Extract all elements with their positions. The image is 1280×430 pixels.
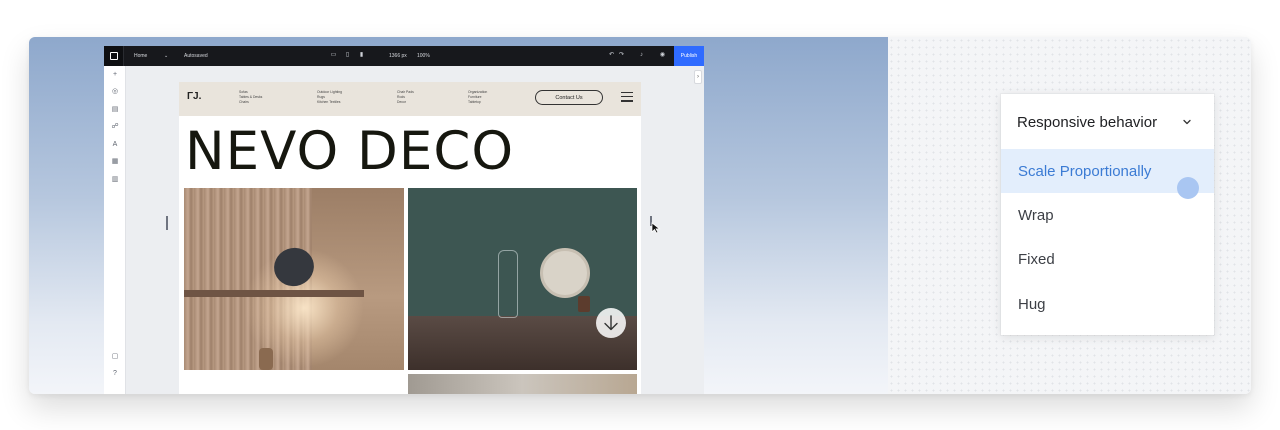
nav-column-4: Organization Furniture Tabletop	[468, 90, 487, 105]
hamburger-menu-icon[interactable]	[621, 92, 633, 102]
media-icon[interactable]: ▦	[110, 157, 120, 167]
tablet-icon[interactable]: ▯	[344, 52, 351, 59]
add-icon[interactable]: +	[110, 70, 120, 80]
site-logo[interactable]: ΓJ.	[187, 91, 201, 102]
left-resize-handle[interactable]	[166, 216, 168, 230]
layers-icon[interactable]: ◎	[110, 87, 120, 97]
nav-column-1: Sofas Tables & Desks Chairs	[239, 90, 262, 105]
editor-logo-icon[interactable]	[104, 46, 124, 66]
editor-window: Home ⌄ Autosaved ▭ ▯ ▮ 1366 px 100% ↶ ↷ …	[104, 46, 704, 394]
site-header: ΓJ. Sofas Tables & Desks Chairs Outdoor …	[179, 82, 641, 116]
vase-plate-photo	[408, 188, 637, 370]
undo-icon[interactable]: ↶	[608, 52, 615, 59]
nav-link[interactable]: Chairs	[239, 100, 262, 105]
shelf-lamp-photo	[184, 188, 404, 370]
pages-icon[interactable]: ▤	[110, 105, 120, 115]
option-label: Fixed	[1018, 251, 1055, 268]
chevron-down-icon[interactable]	[1181, 116, 1193, 128]
nav-column-2: Outdoor Lighting Rugs Kitchen Textiles	[317, 90, 342, 105]
responsive-behavior-dropdown: Responsive behavior Scale Proportionally…	[1001, 94, 1214, 335]
tool-sidebar: + ◎ ▤ ☍ A ▦ ▥ ▢ ?	[104, 66, 126, 394]
page-selector[interactable]: Home	[134, 53, 147, 59]
editor-canvas[interactable]: › ΓJ. Sofas Tables & Desks Chairs Outdoo…	[126, 66, 704, 394]
site-preview: ΓJ. Sofas Tables & Desks Chairs Outdoor …	[179, 82, 641, 394]
dropdown-header[interactable]: Responsive behavior	[1017, 114, 1157, 131]
option-label: Scale Proportionally	[1018, 163, 1152, 180]
option-label: Wrap	[1018, 207, 1054, 224]
page-selector-chevron-icon[interactable]: ⌄	[164, 53, 168, 59]
nav-column-3: Chair Pads Rods Decor	[397, 90, 414, 105]
editor-backdrop: Home ⌄ Autosaved ▭ ▯ ▮ 1366 px 100% ↶ ↷ …	[29, 37, 888, 394]
chat-icon[interactable]: ▢	[110, 352, 120, 362]
mouse-cursor-icon	[651, 222, 661, 234]
components-icon[interactable]: ☍	[110, 122, 120, 132]
option-hug[interactable]: Hug	[1001, 282, 1214, 326]
publish-button[interactable]: Publish	[674, 46, 704, 66]
text-styles-icon[interactable]: A	[110, 140, 120, 150]
nav-link[interactable]: Tabletop	[468, 100, 487, 105]
option-label: Hug	[1018, 296, 1046, 313]
desktop-icon[interactable]: ▭	[330, 52, 337, 59]
cms-icon[interactable]: ▥	[110, 175, 120, 185]
canvas-width[interactable]: 1366 px	[389, 53, 407, 59]
redo-icon[interactable]: ↷	[618, 52, 625, 59]
nav-link[interactable]: Kitchen Textiles	[317, 100, 342, 105]
option-wrap[interactable]: Wrap	[1001, 193, 1214, 237]
pointer-dot	[1177, 177, 1199, 199]
option-fixed[interactable]: Fixed	[1001, 237, 1214, 281]
hero-title: NEVO DECO	[185, 121, 515, 182]
bell-icon[interactable]: ♪	[638, 52, 645, 59]
mobile-icon[interactable]: ▮	[358, 52, 365, 59]
nav-link[interactable]: Decor	[397, 100, 414, 105]
scroll-down-arrow-icon[interactable]	[596, 308, 626, 338]
inspector-toggle-chevron-icon[interactable]: ›	[694, 70, 702, 84]
third-photo-strip	[408, 374, 637, 394]
editor-topbar: Home ⌄ Autosaved ▭ ▯ ▮ 1366 px 100% ↶ ↷ …	[104, 46, 704, 66]
zoom-level[interactable]: 100%	[417, 53, 430, 59]
preview-eye-icon[interactable]: ◉	[659, 52, 666, 59]
save-status: Autosaved	[184, 53, 208, 59]
help-icon[interactable]: ?	[110, 369, 120, 379]
contact-us-button[interactable]: Contact Us	[535, 90, 603, 105]
